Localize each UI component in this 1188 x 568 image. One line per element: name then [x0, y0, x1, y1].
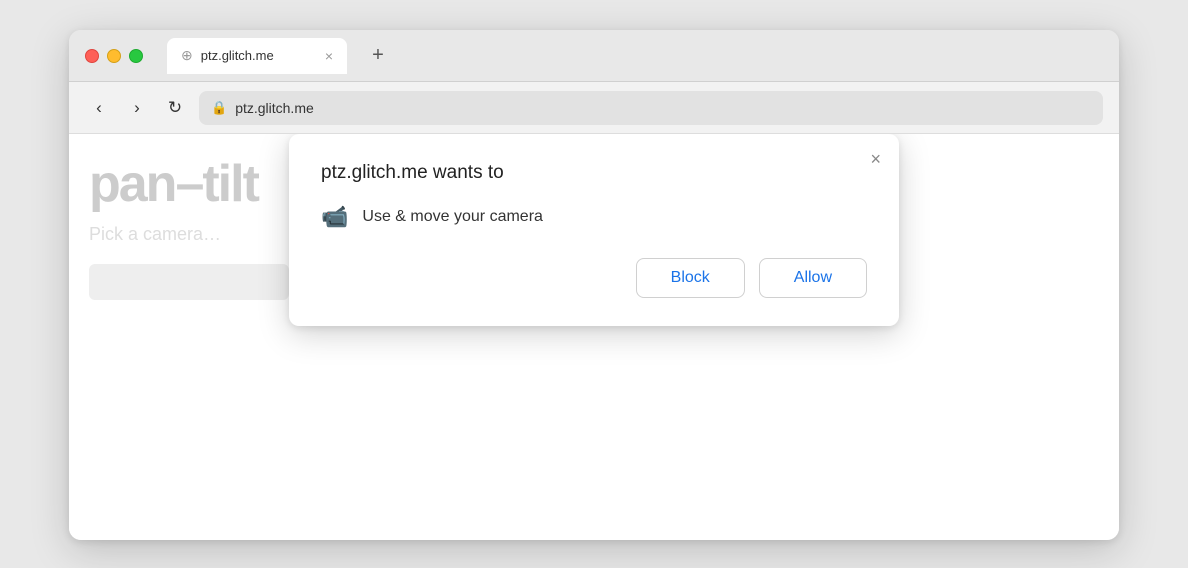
new-tab-button[interactable]: +: [363, 41, 393, 71]
block-button[interactable]: Block: [636, 258, 745, 298]
permission-text: Use & move your camera: [362, 208, 543, 226]
tab-close-icon[interactable]: ×: [325, 49, 333, 63]
nav-bar: ‹ › ↻ 🔒 ptz.glitch.me: [69, 82, 1119, 134]
address-url: ptz.glitch.me: [235, 100, 314, 116]
tab-move-icon: ⊕: [181, 47, 193, 64]
page-bg-text: pan–tilt: [89, 154, 258, 214]
reload-button[interactable]: ↻: [161, 94, 189, 122]
close-traffic-light[interactable]: [85, 49, 99, 63]
camera-icon: 📹: [321, 204, 348, 230]
page-bg-sub: Pick a camera…: [89, 224, 221, 245]
lock-icon: 🔒: [211, 100, 227, 116]
forward-button[interactable]: ›: [123, 94, 151, 122]
dialog-close-icon[interactable]: ×: [870, 150, 881, 168]
tab-title-text: ptz.glitch.me: [201, 48, 317, 63]
browser-tab[interactable]: ⊕ ptz.glitch.me ×: [167, 38, 347, 74]
permission-dialog: × ptz.glitch.me wants to 📹 Use & move yo…: [289, 134, 899, 326]
page-content: pan–tilt Pick a camera… × ptz.glitch.me …: [69, 134, 1119, 540]
title-bar: ⊕ ptz.glitch.me × +: [69, 30, 1119, 82]
dialog-title: ptz.glitch.me wants to: [321, 162, 867, 184]
browser-window: ⊕ ptz.glitch.me × + ‹ › ↻ 🔒 ptz.glitch.m…: [69, 30, 1119, 540]
minimize-traffic-light[interactable]: [107, 49, 121, 63]
maximize-traffic-light[interactable]: [129, 49, 143, 63]
allow-button[interactable]: Allow: [759, 258, 867, 298]
page-bg-input: [89, 264, 289, 300]
address-bar[interactable]: 🔒 ptz.glitch.me: [199, 91, 1103, 125]
traffic-lights: [85, 49, 143, 63]
permission-row: 📹 Use & move your camera: [321, 204, 867, 230]
back-button[interactable]: ‹: [85, 94, 113, 122]
dialog-actions: Block Allow: [321, 258, 867, 298]
